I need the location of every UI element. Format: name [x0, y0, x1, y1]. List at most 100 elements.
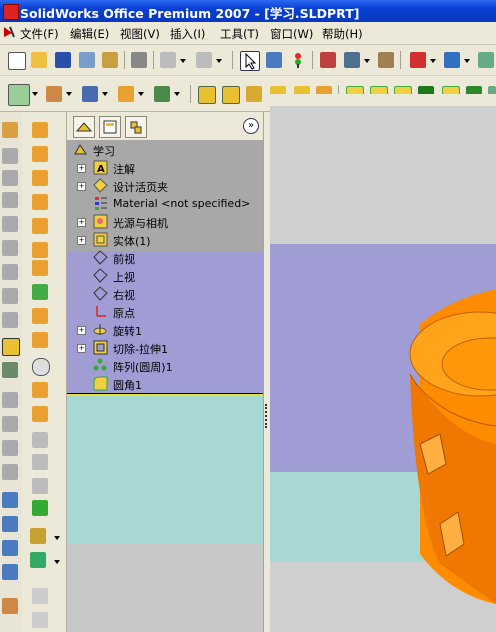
tool-icon-1[interactable]	[2, 122, 18, 138]
hide-show-dropdown-icon[interactable]	[138, 92, 144, 96]
tool-icon-7[interactable]	[2, 264, 18, 280]
tree-node-cut-extrude[interactable]: + 切除-拉伸1	[67, 339, 263, 357]
section-view-icon[interactable]	[46, 86, 62, 102]
tool-icon-13[interactable]	[2, 416, 18, 432]
orientation-dropdown-icon[interactable]	[32, 92, 38, 96]
tree-node-origin[interactable]: 原点	[67, 303, 263, 321]
menu-file[interactable]: 文件(F)	[20, 26, 59, 42]
flex-icon[interactable]	[32, 500, 48, 516]
menu-help[interactable]: 帮助(H)	[322, 26, 363, 42]
helix-icon[interactable]	[30, 552, 46, 568]
tree-node-annotations[interactable]: + A 注解	[67, 159, 263, 177]
tree-node-design-binder[interactable]: + 设计活页夹	[67, 177, 263, 195]
tree-node-lights-cameras[interactable]: + 光源与相机	[67, 213, 263, 231]
photoworks-dropdown-icon[interactable]	[430, 59, 436, 63]
app-menu-icon[interactable]	[2, 25, 16, 39]
freeform-icon[interactable]	[32, 588, 48, 604]
new-icon[interactable]	[8, 52, 26, 70]
menu-view[interactable]: 视图(V)	[120, 26, 160, 42]
plane-tool-icon[interactable]	[32, 260, 48, 276]
tool-icon-18[interactable]	[2, 540, 18, 556]
revolve-boss-icon[interactable]	[222, 86, 240, 104]
tree-node-circular-pattern[interactable]: 阵列(圆周)1	[67, 357, 263, 375]
display-style-dropdown-icon[interactable]	[102, 92, 108, 96]
expand-panel-icon[interactable]: »	[243, 118, 259, 134]
expand-icon[interactable]: +	[77, 344, 86, 353]
tool-icon-11[interactable]	[2, 362, 18, 378]
tree-node-right-plane[interactable]: 右视	[67, 285, 263, 303]
tree-node-material[interactable]: Material <not specified>	[67, 195, 263, 213]
sweep-icon[interactable]	[246, 86, 262, 102]
scene-dropdown-icon[interactable]	[174, 92, 180, 96]
tree-node-solid-bodies[interactable]: + 实体(1)	[67, 231, 263, 249]
tree-root[interactable]: 学习	[67, 141, 263, 159]
window-icon[interactable]	[444, 52, 460, 68]
menu-edit[interactable]: 编辑(E)	[70, 26, 109, 42]
redo-icon[interactable]	[196, 52, 212, 68]
select-icon[interactable]	[240, 51, 260, 71]
tab-configuration-manager[interactable]	[125, 116, 147, 138]
tree-node-front-plane[interactable]: 前视	[67, 249, 263, 267]
tool-icon-10[interactable]	[2, 338, 20, 356]
appearance-icon[interactable]	[378, 52, 394, 68]
replace-face-icon[interactable]	[32, 478, 48, 494]
graphics-viewport[interactable]	[270, 94, 496, 632]
redo-dropdown-icon[interactable]	[216, 59, 222, 63]
undo-dropdown-icon[interactable]	[180, 59, 186, 63]
tab-feature-tree[interactable]	[73, 116, 95, 138]
window-dropdown-icon[interactable]	[464, 59, 470, 63]
menu-window[interactable]: 窗口(W)	[270, 26, 313, 42]
expand-icon[interactable]: +	[77, 164, 86, 173]
hide-show-icon[interactable]	[118, 86, 134, 102]
deform-icon[interactable]	[32, 358, 50, 376]
tool-icon-12[interactable]	[2, 392, 18, 408]
tool-icon-6[interactable]	[2, 240, 18, 256]
tool-icon-4[interactable]	[2, 192, 18, 208]
tool-icon-19[interactable]	[2, 564, 18, 580]
wrap-icon[interactable]	[32, 242, 48, 258]
rib-tool-icon[interactable]	[32, 218, 48, 234]
helix-dropdown-icon[interactable]	[54, 560, 60, 564]
tool-icon-14[interactable]	[2, 440, 18, 456]
expand-icon[interactable]: +	[77, 218, 86, 227]
open-icon[interactable]	[31, 52, 47, 68]
section-dropdown-icon[interactable]	[66, 92, 72, 96]
loft-tool-icon[interactable]	[32, 194, 48, 210]
tool-icon-20[interactable]	[2, 598, 18, 614]
grid-icon[interactable]	[320, 52, 336, 68]
tree-node-revolve[interactable]: + 旋转1	[67, 321, 263, 339]
save-icon[interactable]	[55, 52, 71, 68]
curve-dropdown-icon[interactable]	[54, 536, 60, 540]
view-orientation-icon[interactable]	[8, 84, 30, 106]
tool-icon-15[interactable]	[2, 464, 18, 480]
split-icon[interactable]	[32, 406, 48, 422]
photoworks-icon[interactable]	[410, 52, 426, 68]
tool-icon-8[interactable]	[2, 288, 18, 304]
boss-extrude-icon[interactable]	[32, 122, 48, 138]
revolve-tool-icon[interactable]	[32, 146, 48, 162]
title-bar[interactable]: SolidWorks Office Premium 2007 - [学习.SLD…	[0, 0, 496, 22]
select-filter-icon[interactable]	[266, 52, 282, 68]
part-model[interactable]	[409, 289, 496, 604]
dome-tool-icon[interactable]	[32, 284, 48, 300]
expand-icon[interactable]: +	[77, 236, 86, 245]
tool-icon-9[interactable]	[2, 312, 18, 328]
tool-icon-17[interactable]	[2, 516, 18, 532]
tab-property-manager[interactable]	[99, 116, 121, 138]
mirror-icon[interactable]	[32, 332, 48, 348]
tool-icon-2[interactable]	[2, 148, 18, 164]
scale-icon[interactable]	[32, 612, 48, 628]
print-icon[interactable]	[131, 52, 147, 68]
scene-icon[interactable]	[154, 86, 170, 102]
display-dropdown-icon[interactable]	[364, 59, 370, 63]
shell-tool-icon[interactable]	[32, 308, 48, 324]
menu-tools[interactable]: 工具(T)	[220, 26, 259, 42]
expand-icon[interactable]: +	[77, 326, 86, 335]
display-icon[interactable]	[344, 52, 360, 68]
combine-icon[interactable]	[32, 382, 48, 398]
tree-node-top-plane[interactable]: 上视	[67, 267, 263, 285]
tool-icon-16[interactable]	[2, 492, 18, 508]
expand-icon[interactable]: +	[77, 182, 86, 191]
options-icon[interactable]	[102, 52, 118, 68]
tool-icon-5[interactable]	[2, 216, 18, 232]
